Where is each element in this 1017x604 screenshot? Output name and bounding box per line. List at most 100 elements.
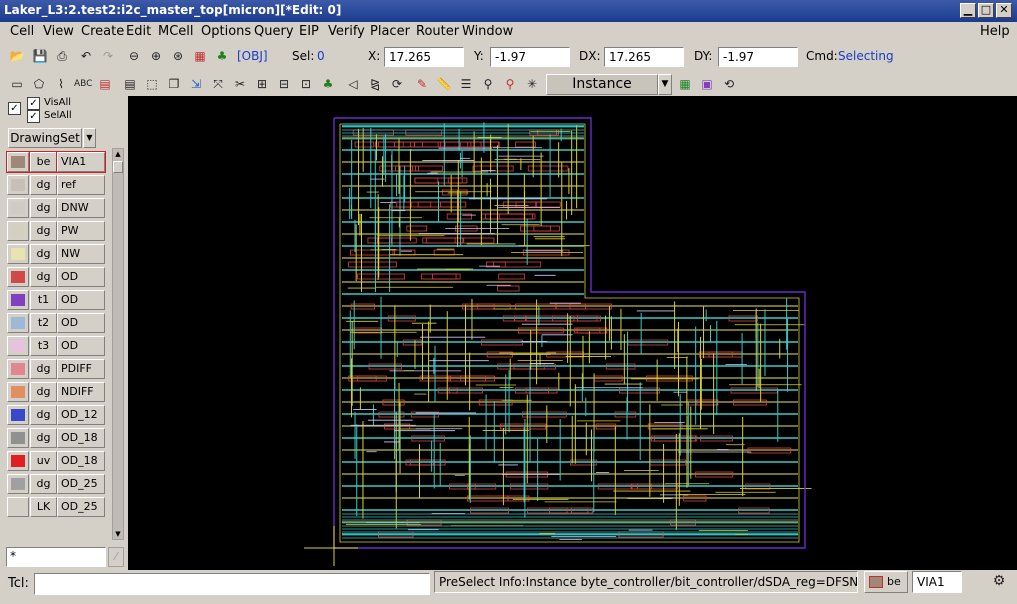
flip-horizontal-icon[interactable]: ◁	[344, 75, 362, 93]
layer-name[interactable]: OD	[57, 290, 105, 310]
layer-purpose[interactable]: uv	[30, 451, 57, 471]
layer-row[interactable]: be VIA1	[6, 151, 106, 173]
merge-icon[interactable]: ⊞	[253, 75, 271, 93]
layer-purpose[interactable]: t2	[30, 313, 57, 333]
menu-help[interactable]: Help	[980, 24, 1010, 39]
layer-row[interactable]: dg NW	[7, 244, 105, 264]
layer-purpose[interactable]: dg	[30, 175, 57, 195]
hierarchy-icon[interactable]: ♣	[213, 47, 231, 65]
layer-swatch[interactable]	[7, 382, 29, 402]
cut-icon[interactable]: ✂	[231, 75, 249, 93]
zoom-fit-icon[interactable]: ⊛	[169, 47, 187, 65]
layer-purpose[interactable]: dg	[30, 221, 57, 241]
scrollbar-thumb[interactable]	[113, 161, 123, 173]
zoom-in-icon[interactable]: ⊕	[147, 47, 165, 65]
layer-swatch[interactable]	[7, 474, 29, 494]
menu-view[interactable]: View	[43, 24, 74, 39]
obj-mode-label[interactable]: [OBJ]	[237, 49, 268, 63]
mirror-icon[interactable]: ⧎	[366, 75, 384, 93]
layer-name[interactable]: OD_25	[57, 497, 105, 517]
dx-field[interactable]: 17.265	[604, 47, 684, 67]
layer-name[interactable]: VIA1	[56, 151, 106, 173]
zoom-out-icon[interactable]: ⊖	[125, 47, 143, 65]
ruler-icon[interactable]: 📏	[435, 75, 453, 93]
layer-name[interactable]: PW	[57, 221, 105, 241]
properties-icon[interactable]: ▤	[121, 75, 139, 93]
menu-options[interactable]: Options	[201, 24, 251, 39]
layer-purpose[interactable]: LK	[30, 497, 57, 517]
rectangle-icon[interactable]: ▭	[8, 75, 26, 93]
polygon-icon[interactable]: ⬠	[30, 75, 48, 93]
layer-name[interactable]: OD	[57, 336, 105, 356]
scroll-up-icon[interactable]: ▲	[113, 149, 123, 159]
layer-name[interactable]: OD	[57, 313, 105, 333]
chevron-down-icon[interactable]: ▼	[83, 128, 96, 148]
layer-name[interactable]: NW	[57, 244, 105, 264]
layer-row[interactable]: dg ref	[7, 175, 105, 195]
find-next-icon[interactable]: ⚲	[501, 75, 519, 93]
layer-row[interactable]: dg OD_12	[7, 405, 105, 425]
layer-swatch[interactable]	[7, 405, 29, 425]
menu-mcell[interactable]: MCell	[158, 24, 194, 39]
layer-swatch[interactable]	[7, 497, 29, 517]
mode-dropdown[interactable]: Instance	[546, 74, 658, 95]
refresh-icon[interactable]: ⟲	[720, 75, 738, 93]
layer-swatch[interactable]	[6, 151, 30, 173]
layout-drawing[interactable]	[128, 96, 1017, 570]
layer-row[interactable]: t3 OD	[7, 336, 105, 356]
layer-name[interactable]: OD_18	[57, 451, 105, 471]
layer-swatch[interactable]	[7, 428, 29, 448]
layer-swatch[interactable]	[7, 290, 29, 310]
text-icon[interactable]: ABC	[74, 75, 92, 93]
layer-purpose[interactable]: dg	[30, 382, 57, 402]
menu-query[interactable]: Query	[254, 24, 294, 39]
layers-icon[interactable]: ☰	[457, 75, 475, 93]
layer-swatch[interactable]	[7, 244, 29, 264]
layer-purpose[interactable]: dg	[30, 267, 57, 287]
window-titlebar[interactable]: Laker_L3:2.test2:i2c_master_top[micron][…	[0, 0, 1017, 22]
layer-row[interactable]: dg NDIFF	[7, 382, 105, 402]
menu-eip[interactable]: EIP	[299, 24, 319, 39]
layer-row[interactable]: t1 OD	[7, 290, 105, 310]
split-icon[interactable]: ⊟	[275, 75, 293, 93]
layer-row[interactable]: t2 OD	[7, 313, 105, 333]
layer-swatch[interactable]	[7, 175, 29, 195]
stretch-icon[interactable]: ⇲	[187, 75, 205, 93]
maximize-button[interactable]: □	[978, 3, 994, 18]
open-folder-icon[interactable]: 📂	[8, 47, 26, 65]
close-button[interactable]: ✕	[996, 3, 1012, 18]
visall-checkbox[interactable]: ✓	[27, 97, 40, 110]
layer-name[interactable]: OD_12	[57, 405, 105, 425]
chevron-down-icon[interactable]: ▼	[658, 74, 672, 95]
layer-name[interactable]: PDIFF	[57, 359, 105, 379]
layer-swatch[interactable]	[7, 313, 29, 333]
layer-swatch[interactable]	[7, 359, 29, 379]
grid-icon[interactable]: ▦	[676, 75, 694, 93]
minimize-button[interactable]: ▁	[960, 3, 976, 18]
layer-row[interactable]: dg OD	[7, 267, 105, 287]
move-icon[interactable]: ⤧	[209, 75, 227, 93]
layer-palette-icon[interactable]: ▦	[191, 47, 209, 65]
layer-name[interactable]: OD	[57, 267, 105, 287]
clear-filter-icon[interactable]: ⁄	[108, 547, 124, 567]
layer-row[interactable]: dg DNW	[7, 198, 105, 218]
layer-name[interactable]: NDIFF	[57, 382, 105, 402]
tcl-command-input[interactable]	[34, 573, 430, 595]
undo-icon[interactable]: ↶	[77, 47, 95, 65]
layer-swatch[interactable]	[7, 267, 29, 287]
menu-cell[interactable]: Cell	[10, 24, 34, 39]
menu-window[interactable]: Window	[462, 24, 513, 39]
layer-swatch[interactable]	[7, 451, 29, 471]
layer-purpose[interactable]: t1	[30, 290, 57, 310]
layer-purpose[interactable]: dg	[30, 359, 57, 379]
layer-purpose[interactable]: dg	[30, 405, 57, 425]
layer-row[interactable]: dg PW	[7, 221, 105, 241]
highlight-icon[interactable]: ✳	[523, 75, 541, 93]
menu-create[interactable]: Create	[81, 24, 124, 39]
menu-placer[interactable]: Placer	[370, 24, 410, 39]
layer-purpose[interactable]: dg	[30, 244, 57, 264]
y-coordinate-field[interactable]: -1.97	[490, 47, 570, 67]
select-icon[interactable]: ⬚	[143, 75, 161, 93]
layer-row[interactable]: dg PDIFF	[7, 359, 105, 379]
layer-name[interactable]: DNW	[57, 198, 105, 218]
